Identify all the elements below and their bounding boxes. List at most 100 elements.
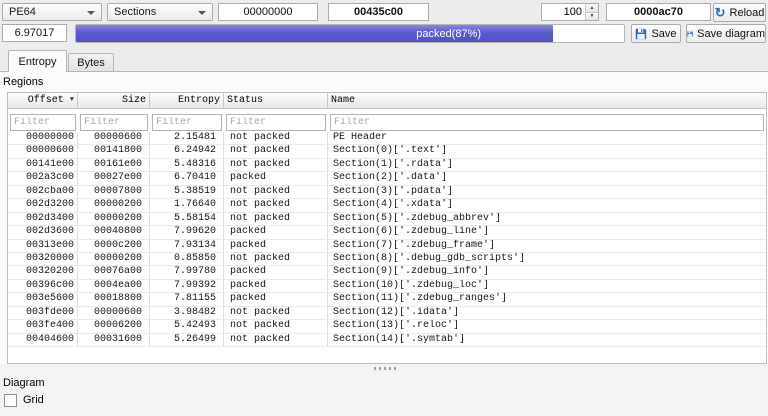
cell-entropy: 0.85850 (150, 252, 224, 266)
tab-entropy-label: Entropy (18, 55, 57, 68)
cell-entropy: 6.24942 (150, 145, 224, 158)
cell-size: 00040800 (78, 226, 150, 239)
column-header-name[interactable]: Name (328, 93, 766, 108)
table-row[interactable]: 00313e00 0000c200 7.93134 packed Section… (8, 239, 766, 253)
cell-entropy: 6.70410 (150, 172, 224, 185)
cell-size: 00000200 (78, 199, 150, 212)
table-row[interactable]: 00404600 00031600 5.26499 not packed Sec… (8, 333, 766, 347)
tab-entropy[interactable]: Entropy (8, 50, 67, 72)
entropy-progress-bar: packed(87%) (75, 24, 625, 43)
cell-entropy: 1.76640 (150, 199, 224, 212)
sort-desc-icon: ▼ (69, 96, 74, 104)
table-row[interactable]: 00320000 00000200 0.85850 not packed Sec… (8, 252, 766, 267)
tabbar-divider (0, 71, 768, 72)
cell-size: 00031600 (78, 333, 150, 346)
cell-size: 00018800 (78, 293, 150, 306)
filter-input-status[interactable] (226, 113, 326, 131)
cell-name: Section(1)['.rdata'] (333, 158, 454, 170)
total-entropy-field[interactable] (2, 24, 67, 42)
cell-entropy: 3.98482 (150, 306, 224, 320)
cell-name: PE Header (333, 132, 388, 143)
chevron-down-icon (87, 11, 95, 15)
cell-status: packed (224, 239, 328, 252)
view-mode-combo[interactable]: Sections (107, 3, 213, 21)
save-label: Save (651, 27, 677, 40)
save-icon (687, 30, 693, 37)
file-type-combo[interactable]: PE64 (2, 3, 102, 21)
grid-checkbox[interactable] (4, 394, 17, 407)
cell-name: Section(4)['.xdata'] (333, 199, 454, 211)
table-row[interactable]: 00320200 00076a00 7.99780 packed Section… (8, 266, 766, 280)
filter-input-name[interactable] (330, 113, 764, 131)
reload-icon: ↻ (714, 5, 726, 20)
cell-status: packed (224, 293, 328, 306)
cell-name: Section(8)['.debug_gdb_scripts'] (333, 252, 526, 264)
filter-input-size[interactable] (80, 113, 148, 131)
size-field[interactable] (328, 3, 429, 21)
cell-size: 00027e00 (78, 172, 150, 185)
cell-entropy: 5.42493 (150, 320, 224, 333)
column-header-entropy[interactable]: Entropy (150, 93, 224, 108)
cell-name: Section(13)['.reloc'] (333, 320, 460, 332)
save-diagram-label: Save diagram (697, 27, 765, 40)
cell-size: 00141800 (78, 145, 150, 158)
table-row[interactable]: 00396c00 0004ea00 7.99392 packed Section… (8, 279, 766, 294)
table-row[interactable]: 003fe400 00006200 5.42493 not packed Sec… (8, 320, 766, 334)
cell-offset: 002d3200 (8, 199, 78, 212)
cell-offset: 003e5600 (8, 293, 78, 306)
reload-label: Reload (729, 6, 765, 19)
column-header-offset[interactable]: Offset ▼ (8, 93, 78, 108)
spin-up-icon[interactable]: ▲ (586, 4, 598, 13)
regions-table-body: 00000000 00000600 2.15481 not packed PE … (8, 132, 766, 363)
grid-checkbox-label[interactable]: Grid (23, 394, 44, 406)
cell-status: packed (224, 172, 328, 185)
table-row[interactable]: 00000600 00141800 6.24942 not packed Sec… (8, 145, 766, 159)
table-row[interactable]: 002a3c00 00027e00 6.70410 packed Section… (8, 172, 766, 186)
cell-size: 00161e00 (78, 158, 150, 172)
cell-size: 00000200 (78, 212, 150, 226)
filter-input-offset[interactable] (10, 113, 76, 131)
cell-entropy: 7.99780 (150, 266, 224, 279)
table-row[interactable]: 002d3400 00000200 5.58154 not packed Sec… (8, 212, 766, 227)
cell-name: Section(5)['.zdebug_abbrev'] (333, 212, 502, 224)
cell-entropy: 5.38519 (150, 185, 224, 199)
cell-name: Section(11)['.zdebug_ranges'] (333, 293, 508, 305)
table-row[interactable]: 002d3600 00040800 7.99620 packed Section… (8, 226, 766, 240)
save-icon (636, 28, 647, 39)
cell-name: Section(6)['.zdebug_line'] (333, 226, 490, 238)
save-diagram-button[interactable]: Save diagram (686, 24, 766, 43)
cell-status: not packed (224, 145, 328, 158)
table-row[interactable]: 002cba00 00007800 5.38519 not packed Sec… (8, 185, 766, 200)
column-header-size[interactable]: Size (78, 93, 150, 108)
cell-offset: 003fde00 (8, 306, 78, 320)
cell-status: not packed (224, 320, 328, 333)
filter-input-entropy[interactable] (152, 113, 222, 131)
cell-offset: 002cba00 (8, 185, 78, 199)
cell-size: 00000200 (78, 252, 150, 266)
table-row[interactable]: 00141e00 00161e00 5.48316 not packed Sec… (8, 158, 766, 173)
table-row[interactable]: 003fde00 00000600 3.98482 not packed Sec… (8, 306, 766, 321)
offset-field[interactable] (218, 3, 318, 21)
cell-offset: 00320200 (8, 266, 78, 279)
regions-table-header: Offset ▼ Size Entropy Status Name (8, 93, 766, 109)
cell-status: not packed (224, 333, 328, 346)
table-row[interactable]: 002d3200 00000200 1.76640 not packed Sec… (8, 199, 766, 213)
view-mode-value: Sections (114, 6, 157, 18)
save-button[interactable]: Save (631, 24, 681, 43)
cell-offset: 00320000 (8, 252, 78, 266)
address-field[interactable] (606, 3, 711, 21)
cell-status: not packed (224, 212, 328, 226)
table-row[interactable]: 00000000 00000600 2.15481 not packed PE … (8, 132, 766, 146)
cell-offset: 00313e00 (8, 239, 78, 252)
cell-name: Section(9)['.zdebug_info'] (333, 266, 490, 278)
reload-button[interactable]: ↻ Reload (713, 3, 766, 22)
filter-row (8, 109, 766, 132)
spin-down-icon[interactable]: ▼ (586, 12, 598, 20)
tab-bytes-label: Bytes (77, 56, 105, 69)
tab-bytes[interactable]: Bytes (68, 53, 114, 71)
cell-size: 00007800 (78, 185, 150, 199)
count-input[interactable] (542, 4, 585, 20)
column-header-status[interactable]: Status (224, 93, 328, 108)
cell-size: 00000600 (78, 132, 150, 145)
table-row[interactable]: 003e5600 00018800 7.81155 packed Section… (8, 293, 766, 307)
